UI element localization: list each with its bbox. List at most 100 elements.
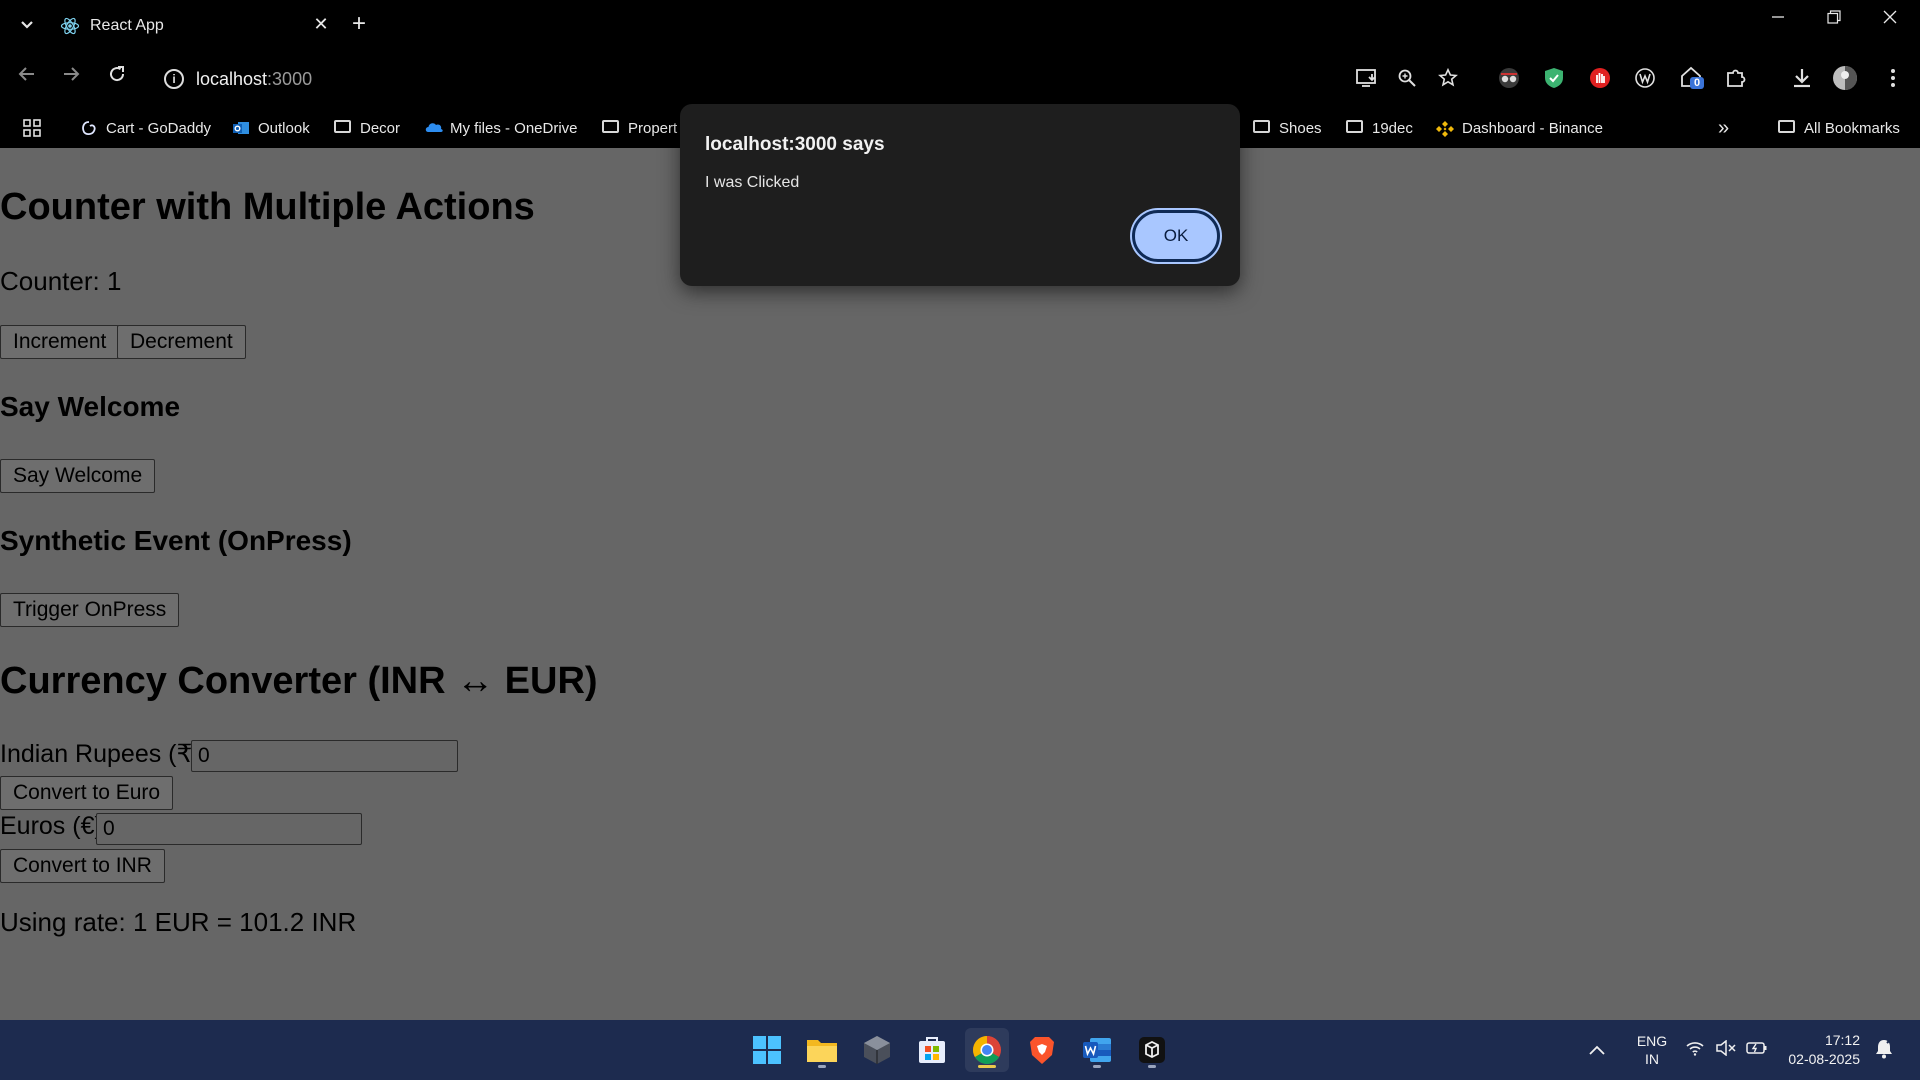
running-indicator (1148, 1065, 1156, 1068)
browser-toolbar: i localhost:3000 0 (0, 50, 1920, 108)
bookmark-label: Propert (628, 119, 678, 137)
increment-button[interactable]: Increment (0, 325, 120, 359)
region-code: IN (1645, 1051, 1659, 1067)
notification-bell-icon[interactable] (1874, 1038, 1894, 1063)
clock[interactable]: 17:12 02-08-2025 (1784, 1031, 1860, 1069)
downloads-icon[interactable] (1788, 64, 1816, 92)
all-bookmarks-label: All Bookmarks (1804, 119, 1900, 137)
currency-heading: Currency Converter (INR ↔ EUR) (0, 660, 598, 702)
chrome-icon[interactable] (965, 1028, 1009, 1072)
minimize-icon[interactable] (1758, 8, 1798, 29)
react-icon (60, 16, 80, 36)
say-welcome-button[interactable]: Say Welcome (0, 459, 156, 493)
more-bookmarks-chevron-icon[interactable]: » (1718, 116, 1729, 140)
menu-kebab-icon[interactable] (1879, 64, 1907, 92)
tab-search-chevron-icon[interactable] (14, 12, 40, 38)
bookmark-label: Dashboard - Binance (1462, 119, 1603, 137)
home-extension-icon[interactable]: 0 (1678, 64, 1706, 92)
counter-display: Counter: 1 (0, 266, 122, 296)
folder-icon (1346, 120, 1364, 136)
start-windows-icon[interactable] (745, 1028, 789, 1072)
convert-to-euro-button[interactable]: Convert to Euro (0, 776, 174, 810)
bookmark-label: Outlook (258, 119, 310, 137)
bookmark-outlook[interactable]: Outlook (232, 116, 310, 140)
trigger-onpress-button[interactable]: Trigger OnPress (0, 593, 180, 627)
new-tab-icon[interactable]: + (352, 10, 366, 38)
battery-charging-icon[interactable] (1746, 1040, 1768, 1059)
dialog-message: I was Clicked (705, 174, 800, 191)
w-extension-icon[interactable] (1631, 64, 1659, 92)
brave-icon[interactable] (1020, 1028, 1064, 1072)
site-info-icon[interactable]: i (164, 69, 184, 89)
bookmark-binance[interactable]: Dashboard - Binance (1436, 116, 1603, 140)
bookmark-label: My files - OneDrive (450, 119, 578, 137)
unity-app-icon[interactable] (855, 1028, 899, 1072)
inr-input[interactable] (191, 740, 458, 772)
tab-react-app[interactable]: React App ✕ (48, 6, 338, 46)
ok-button[interactable]: OK (1132, 210, 1220, 262)
godaddy-icon (80, 120, 98, 136)
url-host: localhost (196, 69, 268, 89)
language-code: ENG (1636, 1033, 1668, 1049)
eur-label: Euros (€) (0, 812, 103, 840)
box-app-icon[interactable] (1130, 1028, 1174, 1072)
bookmark-decor[interactable]: Decor (334, 116, 400, 140)
extensions-puzzle-icon[interactable] (1722, 64, 1750, 92)
alert-dialog: localhost:3000 says I was Clicked OK (680, 104, 1240, 286)
extension-badge: 0 (1694, 77, 1701, 89)
bookmark-propert[interactable]: Propert (602, 116, 677, 140)
active-indicator (978, 1065, 996, 1068)
bookmark-19dec[interactable]: 19dec (1346, 116, 1413, 140)
word-icon[interactable] (1075, 1028, 1119, 1072)
microsoft-store-icon[interactable] (910, 1028, 954, 1072)
binance-icon (1436, 120, 1454, 137)
close-window-icon[interactable] (1870, 8, 1910, 29)
zoom-icon[interactable] (1393, 64, 1421, 92)
back-icon[interactable] (12, 64, 42, 90)
bookmark-godaddy[interactable]: Cart - GoDaddy (80, 116, 211, 140)
all-bookmarks[interactable]: All Bookmarks (1778, 116, 1900, 140)
wifi-icon[interactable] (1686, 1040, 1704, 1059)
folder-icon (1778, 120, 1796, 136)
folder-icon (1253, 120, 1271, 136)
clock-date: 02-08-2025 (1788, 1051, 1860, 1067)
onedrive-icon (424, 120, 443, 136)
restore-icon[interactable] (1814, 8, 1854, 29)
clock-time: 17:12 (1824, 1032, 1860, 1048)
outlook-icon (232, 120, 250, 136)
file-explorer-icon[interactable] (800, 1028, 844, 1072)
bookmark-label: Cart - GoDaddy (106, 119, 212, 137)
bookmark-label: Shoes (1279, 119, 1322, 137)
inr-label: Indian Rupees (₹) (0, 740, 201, 768)
show-hidden-icons-chevron-icon[interactable] (1588, 1040, 1606, 1061)
running-indicator (1093, 1065, 1101, 1068)
volume-muted-icon[interactable] (1716, 1039, 1736, 1059)
folder-icon (602, 120, 620, 136)
language-indicator[interactable]: ENG IN (1632, 1032, 1672, 1068)
windows-taskbar: ENG IN 17:12 02-08-2025 (0, 1020, 1920, 1080)
dialog-title: localhost:3000 says (705, 134, 885, 155)
hand-extension-icon[interactable] (1586, 64, 1614, 92)
apps-grid-icon[interactable] (22, 116, 42, 140)
running-indicator (818, 1065, 826, 1068)
address-bar[interactable]: i localhost:3000 (150, 59, 1330, 99)
forward-icon[interactable] (56, 64, 86, 90)
spy-extension-icon[interactable] (1495, 64, 1523, 92)
bookmark-label: Decor (360, 119, 401, 137)
url-port: :3000 (267, 69, 313, 89)
convert-to-inr-button[interactable]: Convert to INR (0, 849, 165, 883)
tab-title: React App (90, 17, 164, 34)
profile-avatar-icon[interactable] (1831, 64, 1859, 92)
reload-icon[interactable] (102, 64, 132, 90)
url-text: localhost:3000 (196, 69, 312, 90)
install-app-icon[interactable] (1353, 64, 1381, 92)
tab-close-icon[interactable]: ✕ (310, 14, 332, 35)
eur-input[interactable] (96, 813, 362, 845)
decrement-button[interactable]: Decrement (117, 325, 246, 359)
rate-text: Using rate: 1 EUR = 101.2 INR (0, 907, 357, 937)
bookmark-star-icon[interactable] (1434, 64, 1462, 92)
bookmark-shoes[interactable]: Shoes (1253, 116, 1322, 140)
bookmark-onedrive[interactable]: My files - OneDrive (424, 116, 578, 140)
shield-extension-icon[interactable] (1540, 64, 1568, 92)
tab-strip: React App ✕ + (0, 0, 1920, 50)
